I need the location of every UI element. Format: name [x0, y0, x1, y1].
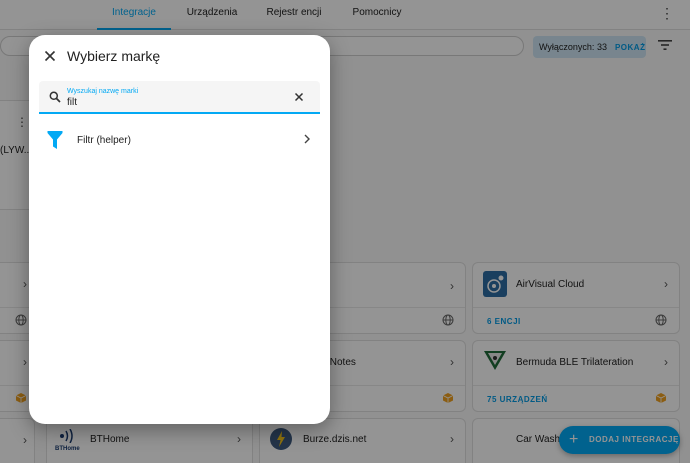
search-value[interactable]: filt	[67, 97, 77, 108]
clear-search-icon[interactable]	[294, 92, 304, 102]
chevron-right-icon	[304, 134, 310, 144]
brand-result-item[interactable]: Filtr (helper)	[29, 126, 330, 156]
brand-search-input[interactable]: Wyszukaj nazwę marki filt	[39, 81, 320, 114]
search-icon	[49, 91, 61, 103]
dialog-title: Wybierz markę	[67, 48, 161, 64]
close-icon[interactable]	[43, 49, 57, 63]
search-label: Wyszukaj nazwę marki	[67, 88, 139, 95]
brand-result-label: Filtr (helper)	[77, 135, 131, 146]
choose-brand-dialog: Wybierz markę Wyszukaj nazwę marki filt …	[29, 35, 330, 424]
filter-funnel-icon	[47, 131, 63, 149]
